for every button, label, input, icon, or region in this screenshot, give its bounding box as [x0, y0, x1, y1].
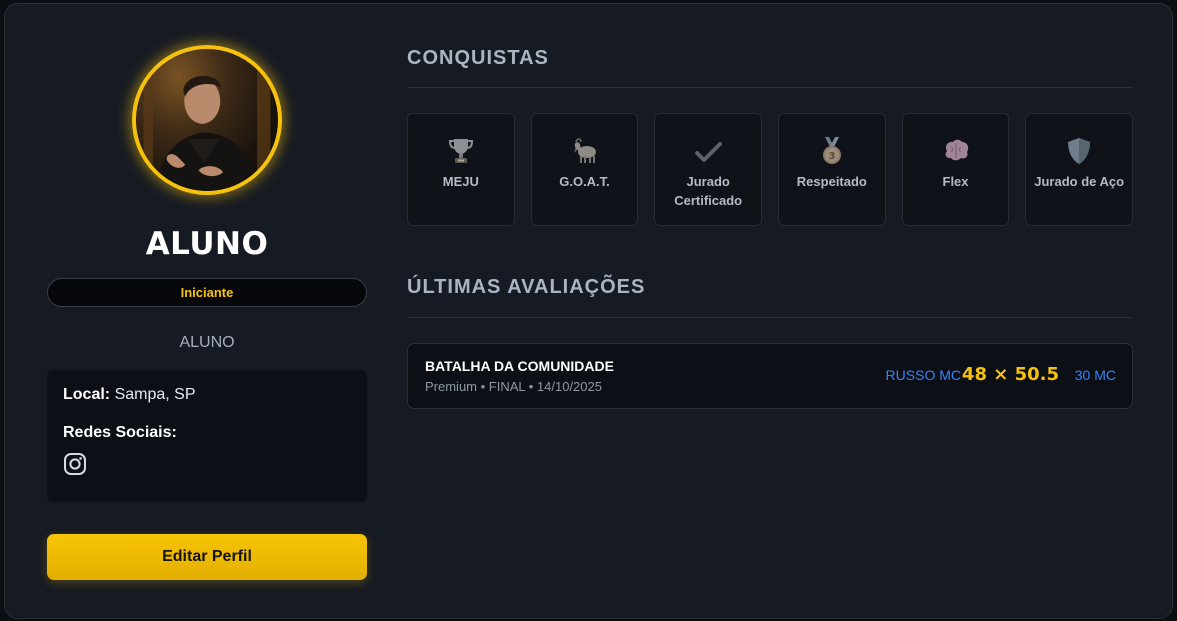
level-badge: Iniciante [47, 278, 367, 307]
achievement-label: Jurado de Aço [1034, 174, 1125, 189]
profile-name: ALUNO [145, 226, 269, 262]
profile-role: ALUNO [179, 334, 235, 351]
achievement-label: Respeitado [796, 174, 867, 189]
evaluation-score: 48 × 50.5 [961, 364, 1059, 385]
goat-icon [573, 138, 596, 163]
achievements-title: CONQUISTAS [407, 47, 549, 69]
achievement-flex[interactable]: Flex [901, 113, 1010, 226]
trophy-icon [448, 139, 473, 163]
achievement-goat[interactable]: G.O.A.T. [530, 113, 639, 226]
instagram-icon[interactable] [63, 452, 87, 476]
achievement-respeitado[interactable]: 3 Respeitado [778, 113, 886, 226]
achievement-label: Jurado Certificado [674, 174, 743, 208]
evaluation-competitor-b: 30 MC [1074, 367, 1116, 383]
achievement-jurado-certificado[interactable]: Jurado Certificado [654, 113, 763, 226]
achievement-label: Flex [942, 174, 969, 189]
location-row: Local: Sampa, SP [63, 386, 351, 404]
socials-label: Redes Sociais: [63, 424, 177, 441]
shield-icon [1068, 138, 1091, 164]
evaluation-event: BATALHA DA COMUNIDADE [425, 358, 614, 374]
achievement-jurado-de-aco[interactable]: Jurado de Aço [1025, 113, 1134, 226]
avatar-photo [143, 49, 271, 191]
profile-main: CONQUISTAS MEJU G.O.A.T. Jurado Certific… [407, 4, 1134, 618]
medal-icon: 3 [822, 137, 841, 164]
achievements-divider [407, 87, 1133, 88]
evaluation-competitor-a: RUSSO MC [885, 367, 961, 383]
evaluation-row[interactable]: BATALHA DA COMUNIDADE Premium • FINAL • … [407, 343, 1133, 409]
checkmark-icon [695, 142, 723, 162]
achievements-list: MEJU G.O.A.T. Jurado Certificado 3 Respe… [407, 113, 1134, 226]
profile-info-box: Local: Sampa, SP Redes Sociais: [47, 370, 367, 502]
profile-sidebar: ALUNO Iniciante ALUNO Local: Sampa, SP R… [47, 4, 367, 618]
profile-card: ALUNO Iniciante ALUNO Local: Sampa, SP R… [4, 3, 1173, 619]
location-label: Local: [63, 386, 111, 403]
location-value: Sampa, SP [114, 386, 196, 403]
edit-profile-button[interactable]: Editar Perfil [47, 534, 367, 580]
evaluations-divider [407, 317, 1133, 318]
achievement-meju[interactable]: MEJU [407, 113, 515, 226]
evaluations-title: ÚLTIMAS AVALIAÇÕES [407, 276, 646, 298]
achievement-label: G.O.A.T. [559, 174, 610, 189]
avatar [132, 45, 282, 195]
achievement-label: MEJU [442, 174, 479, 189]
svg-text:3: 3 [828, 151, 835, 162]
brain-icon [945, 139, 968, 161]
evaluation-details: Premium • FINAL • 14/10/2025 [425, 379, 602, 394]
